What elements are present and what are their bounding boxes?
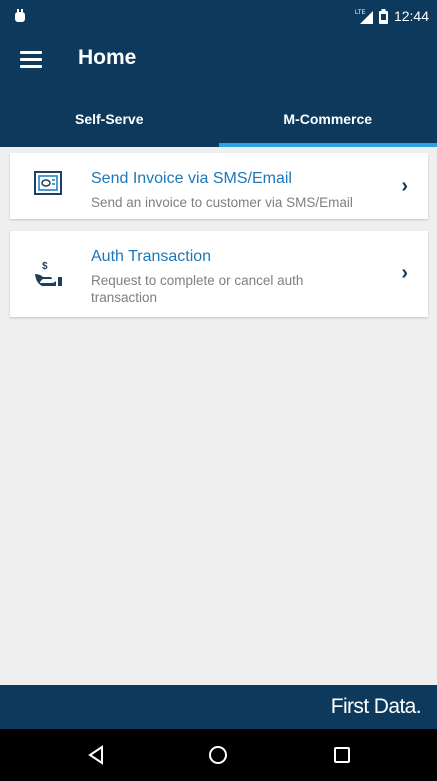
chevron-right-icon: ›: [401, 175, 408, 197]
hamburger-menu-icon[interactable]: [20, 51, 42, 71]
brand-logo: First Data.: [330, 695, 422, 718]
auth-transaction-card[interactable]: $ Auth Transaction Request to complete o…: [10, 231, 428, 317]
tab-label: Self-Serve: [75, 110, 144, 127]
recents-icon[interactable]: [330, 743, 354, 767]
system-nav-bar: [0, 729, 437, 781]
card-title: Send Invoice via SMS/Email: [91, 170, 292, 187]
card-subtitle: Request to complete or cancel auth trans…: [91, 273, 304, 305]
app-bar: Home: [0, 34, 437, 90]
android-notification-icon: [15, 9, 25, 22]
tab-label: M-Commerce: [283, 110, 373, 127]
svg-text:$: $: [42, 261, 48, 272]
status-time: 12:44: [393, 8, 429, 24]
tab-self-serve[interactable]: Self-Serve: [0, 90, 219, 147]
card-subtitle: Send an invoice to customer via SMS/Emai…: [91, 195, 353, 210]
svg-text:LTE: LTE: [355, 10, 366, 16]
tab-bar: Self-Serve M-Commerce: [0, 90, 437, 147]
back-icon[interactable]: [84, 743, 108, 767]
hand-money-icon: $: [35, 261, 62, 286]
home-icon[interactable]: [206, 743, 230, 767]
battery-icon: [378, 8, 388, 24]
chevron-right-icon: ›: [401, 262, 408, 284]
invoice-icon: [34, 171, 62, 195]
page-title: Home: [78, 46, 137, 69]
status-bar: LTE 12:44: [0, 0, 437, 34]
tab-m-commerce[interactable]: M-Commerce: [218, 90, 437, 147]
send-invoice-card[interactable]: Send Invoice via SMS/Email Send an invoi…: [10, 153, 428, 219]
card-title: Auth Transaction: [91, 248, 212, 265]
footer: First Data.: [0, 685, 437, 729]
signal-icon: LTE: [355, 10, 373, 24]
